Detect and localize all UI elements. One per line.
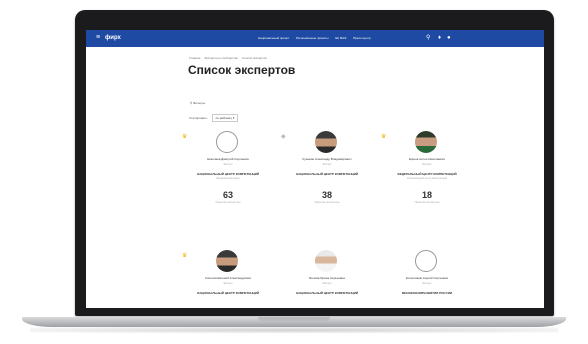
expert-org: НАЦИОНАЛЬНЫЙ ЦЕНТР КОМПЕТЕНЦИЙ bbox=[196, 172, 260, 176]
avatar bbox=[216, 250, 238, 272]
main-nav: Национальный проект Региональные проекты… bbox=[258, 35, 377, 41]
expert-org: НАЦИОНАЛЬНЫЙ ЦЕНТР КОМПЕТЕНЦИЙ bbox=[196, 291, 260, 295]
expert-org-sub: Региональный центр компетенций bbox=[407, 177, 447, 180]
expert-role: Эксперт bbox=[223, 163, 233, 166]
avatar bbox=[315, 250, 337, 272]
expert-count: 38 bbox=[321, 190, 332, 200]
avatar bbox=[415, 131, 437, 153]
expert-card[interactable]: Белова Ирина Сергеевна Эксперт НАЦИОНАЛЬ… bbox=[277, 250, 377, 308]
nav-item-regional-projects[interactable]: Региональные проекты bbox=[296, 36, 328, 40]
expert-role: Эксперт bbox=[422, 163, 432, 166]
nav-item-ek-fae[interactable]: ЕК ФАЭ bbox=[335, 36, 346, 40]
avatar bbox=[315, 131, 337, 153]
breadcrumb-item-community[interactable]: Экспертное сообщество bbox=[204, 56, 238, 60]
expert-role: Эксперт bbox=[223, 282, 233, 285]
expert-card[interactable]: ♛ Николаев Дмитрий Сергеевич Эксперт НАЦ… bbox=[178, 131, 278, 211]
laptop-notch bbox=[258, 317, 330, 321]
breadcrumb-item-current: Список экспертов bbox=[242, 56, 267, 60]
expert-role: Эксперт bbox=[322, 282, 332, 285]
sort-label: Сортировать: bbox=[189, 116, 208, 120]
nav-item-press-center[interactable]: Пресс-центр bbox=[353, 36, 371, 40]
expert-count-label: Проектов экспертизы bbox=[215, 201, 241, 204]
expert-org-sub: Федеральный центр bbox=[216, 177, 240, 180]
expert-count: 63 bbox=[222, 190, 233, 200]
expert-role: Эксперт bbox=[422, 282, 432, 285]
user-icon[interactable]: ● bbox=[447, 34, 451, 42]
expert-count-label: Проектов экспертизы bbox=[414, 201, 440, 204]
expert-name[interactable]: Кузьмин Александр Владимирович bbox=[277, 157, 377, 161]
menu-icon[interactable]: ≡ bbox=[96, 34, 100, 42]
filters-label: Фильтры bbox=[193, 101, 206, 105]
expert-org: НАЦИОНАЛЬНЫЙ ЦЕНТР КОМПЕТЕНЦИЙ bbox=[295, 291, 359, 295]
avatar bbox=[216, 131, 238, 153]
expert-card[interactable]: Колесников Сергей Сергеевич Эксперт МИНЭ… bbox=[377, 250, 477, 308]
expert-org: ФЕДЕРАЛЬНЫЙ ЦЕНТР КОМПЕТЕНЦИЙ bbox=[397, 172, 457, 176]
expert-org: МИНЭКОНОМРАЗВИТИЯ РОССИИ bbox=[401, 291, 453, 295]
crown-icon: ♛ bbox=[182, 253, 188, 259]
top-navigation-bar: ≡ фирх Национальный проект Региональные … bbox=[86, 30, 544, 47]
expert-name[interactable]: Колесников Сергей Сергеевич bbox=[377, 276, 477, 280]
crown-icon: ♛ bbox=[381, 134, 387, 140]
expert-name[interactable]: Соколов Евгений Александрович bbox=[178, 276, 278, 280]
expert-card[interactable]: ♛ Ершов Антон Николаевич Эксперт ФЕДЕРАЛ… bbox=[377, 131, 477, 211]
avatar bbox=[415, 250, 437, 272]
expert-card[interactable]: ♛ Соколов Евгений Александрович Эксперт … bbox=[178, 250, 278, 308]
expert-card[interactable]: ◆ Кузьмин Александр Владимирович Эксперт… bbox=[277, 131, 377, 211]
bell-icon[interactable]: ♦ bbox=[438, 34, 441, 42]
laptop-mockup: ≡ фирх Национальный проект Региональные … bbox=[0, 0, 588, 344]
sort-control: Сортировать: по рейтингу ▾ bbox=[189, 114, 239, 122]
expert-name[interactable]: Белова Ирина Сергеевна bbox=[277, 276, 377, 280]
expert-name[interactable]: Николаев Дмитрий Сергеевич bbox=[178, 157, 278, 161]
expert-name[interactable]: Ершов Антон Николаевич bbox=[377, 157, 477, 161]
sort-select[interactable]: по рейтингу ▾ bbox=[211, 114, 239, 122]
breadcrumb-item-home[interactable]: Главная bbox=[189, 56, 200, 60]
expert-count-label: Проектов экспертизы bbox=[314, 201, 340, 204]
page-title: Список экспертов bbox=[188, 63, 296, 77]
expert-role: Эксперт bbox=[322, 163, 332, 166]
laptop-shadow bbox=[30, 327, 558, 333]
filters-toggle[interactable]: ⚲ Фильтры bbox=[190, 101, 205, 105]
site-logo[interactable]: фирх bbox=[105, 34, 121, 42]
laptop-screen: ≡ фирх Национальный проект Региональные … bbox=[86, 30, 544, 308]
search-icon[interactable]: ⚲ bbox=[426, 34, 430, 42]
breadcrumb: Главная Экспертное сообщество Список экс… bbox=[189, 56, 270, 60]
expert-org: НАЦИОНАЛЬНЫЙ ЦЕНТР КОМПЕТЕНЦИЙ bbox=[295, 172, 359, 176]
expert-count: 18 bbox=[421, 190, 432, 200]
badge-icon: ◆ bbox=[281, 134, 286, 140]
nav-item-national-project[interactable]: Национальный проект bbox=[258, 36, 289, 40]
crown-icon: ♛ bbox=[182, 134, 188, 140]
